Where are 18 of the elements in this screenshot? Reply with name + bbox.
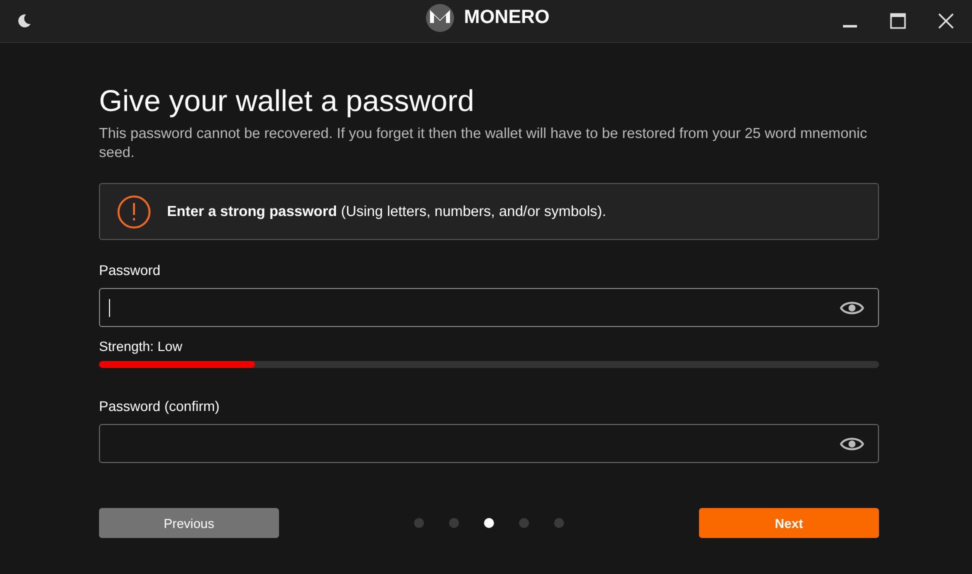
logo-icon <box>426 4 454 32</box>
strength-label: Strength: Low <box>99 339 184 354</box>
window-title: MONERO <box>464 7 550 29</box>
maximize-icon[interactable] <box>890 13 906 29</box>
password-field[interactable] <box>99 288 879 327</box>
field-label: Password <box>99 262 162 278</box>
description-text: This password cannot be recovered. If you forget it then the wallet will have to be restored from your 25 word mnemonic seed. <box>99 125 868 163</box>
moon-icon[interactable] <box>16 13 32 29</box>
eye-icon[interactable] <box>840 436 864 452</box>
next-button[interactable]: Next <box>699 508 879 538</box>
notice-text: Enter a strong password (Using letters, numbers, and/or symbols). <box>167 204 606 220</box>
field-label: Password (confirm) <box>99 398 221 414</box>
warning-icon <box>117 194 151 228</box>
page-heading: Give your wallet a password <box>99 85 476 119</box>
password-confirm-field[interactable] <box>99 424 879 463</box>
eye-icon[interactable] <box>840 300 864 316</box>
close-icon[interactable] <box>938 13 954 29</box>
previous-button[interactable]: Previous <box>99 508 279 538</box>
